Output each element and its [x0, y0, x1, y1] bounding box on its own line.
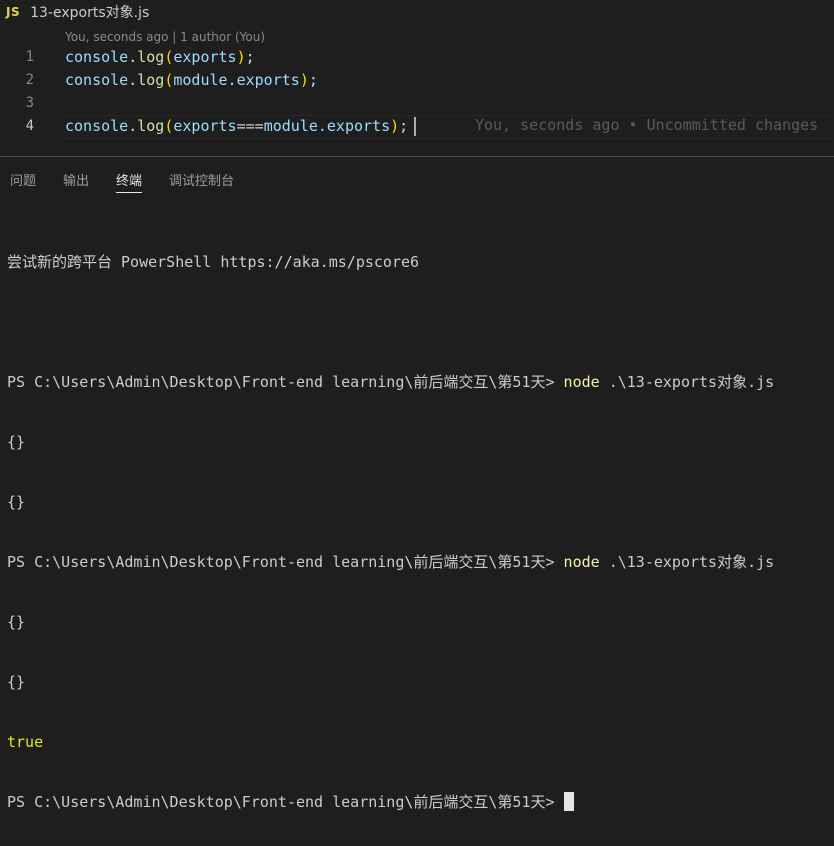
line-number: 4 — [25, 118, 34, 134]
tab-terminal[interactable]: 终端 — [106, 157, 152, 201]
code-token: ) — [390, 117, 400, 135]
terminal-line: PS C:\Users\Admin\Desktop\Front-end lear… — [7, 792, 774, 812]
code-token: log — [137, 117, 165, 135]
code-token: ; — [399, 117, 409, 135]
bottom-panel: 问题 输出 终端 调试控制台 尝试新的跨平台 PowerShell https:… — [0, 157, 834, 811]
code-text[interactable]: console.log(exports); — [65, 48, 255, 66]
code-token: exports — [173, 117, 237, 135]
code-token: . — [128, 117, 138, 135]
code-line-2[interactable]: 2 console.log(module.exports); — [0, 69, 834, 91]
line-number: 2 — [25, 72, 34, 88]
terminal-line: {} — [7, 673, 26, 691]
terminal-line: PS C:\Users\Admin\Desktop\Front-end lear… — [7, 552, 774, 572]
code-token: . — [128, 48, 138, 66]
code-token: exports — [173, 48, 237, 66]
code-token: ) — [299, 71, 309, 89]
code-line-3[interactable]: 3 — [0, 92, 834, 114]
terminal-line: {} — [7, 433, 26, 451]
terminal-prompt: PS C:\Users\Admin\Desktop\Front-end lear… — [7, 373, 564, 391]
javascript-file-icon: JS — [6, 5, 21, 19]
code-token: log — [137, 71, 165, 89]
terminal-cursor — [563, 792, 574, 811]
codelens-author-info[interactable]: You, seconds ago | 1 author (You) — [65, 30, 265, 44]
code-token: ; — [245, 48, 255, 66]
terminal-line: true — [7, 733, 44, 751]
line-number: 1 — [25, 49, 34, 65]
code-token: === — [236, 117, 264, 135]
breadcrumb-file-name[interactable]: 13-exports对象.js — [30, 2, 149, 22]
breadcrumb[interactable]: JS 13-exports对象.js — [6, 3, 149, 21]
code-token: console — [65, 71, 129, 89]
terminal-line: {} — [7, 493, 26, 511]
code-token: ) — [236, 48, 246, 66]
code-token: module.exports — [173, 71, 300, 89]
code-token: ; — [308, 71, 318, 89]
code-text[interactable]: console.log(exports===module.exports); — [65, 117, 408, 135]
terminal-command-args: .\13-exports对象.js — [599, 373, 775, 391]
code-token: log — [137, 48, 165, 66]
terminal-line: PS C:\Users\Admin\Desktop\Front-end lear… — [7, 372, 774, 392]
tab-output[interactable]: 输出 — [53, 157, 99, 201]
terminal-line: 尝试新的跨平台 PowerShell https://aka.ms/pscore… — [7, 253, 420, 271]
terminal-prompt: PS C:\Users\Admin\Desktop\Front-end lear… — [7, 793, 564, 811]
code-token: . — [128, 71, 138, 89]
code-token: module.exports — [263, 117, 391, 135]
terminal-line: {} — [7, 613, 26, 631]
tab-debug-console[interactable]: 调试控制台 — [159, 157, 244, 201]
tab-problems[interactable]: 问题 — [0, 157, 46, 201]
code-text[interactable]: console.log(module.exports); — [65, 71, 318, 89]
line-number: 3 — [25, 95, 34, 111]
terminal-prompt: PS C:\Users\Admin\Desktop\Front-end lear… — [7, 553, 564, 571]
panel-tabs: 问题 输出 终端 调试控制台 — [0, 157, 251, 201]
terminal-command-args: .\13-exports对象.js — [599, 553, 775, 571]
terminal-command: node — [563, 373, 600, 391]
code-line-1[interactable]: 1 console.log(exports); — [0, 46, 834, 68]
git-blame-annotation: You, seconds ago • Uncommitted changes — [475, 116, 819, 134]
code-token: console — [65, 48, 129, 66]
text-caret — [414, 117, 416, 136]
editor: JS 13-exports对象.js You, seconds ago | 1 … — [0, 0, 834, 156]
code-token: console — [65, 117, 129, 135]
terminal-command: node — [563, 553, 600, 571]
terminal-output[interactable]: 尝试新的跨平台 PowerShell https://aka.ms/pscore… — [7, 212, 774, 846]
